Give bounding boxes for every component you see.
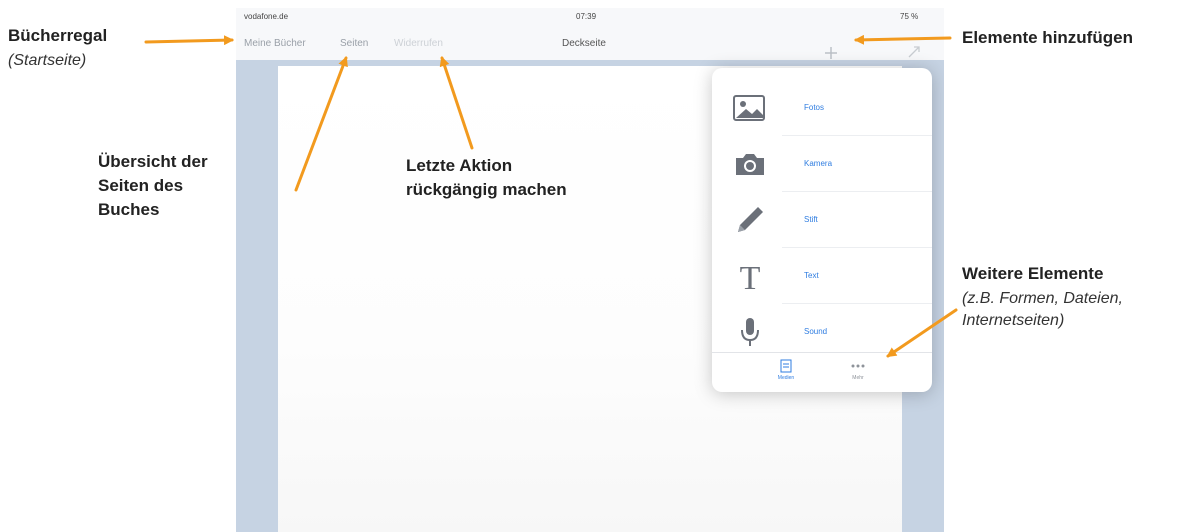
arrow-to-undo <box>439 56 474 150</box>
arrow-to-more <box>886 308 958 358</box>
arrow-to-add <box>854 34 952 45</box>
arrow-to-my-books <box>144 35 234 46</box>
arrow-to-pages <box>294 56 348 192</box>
annotation-arrows <box>144 34 958 358</box>
